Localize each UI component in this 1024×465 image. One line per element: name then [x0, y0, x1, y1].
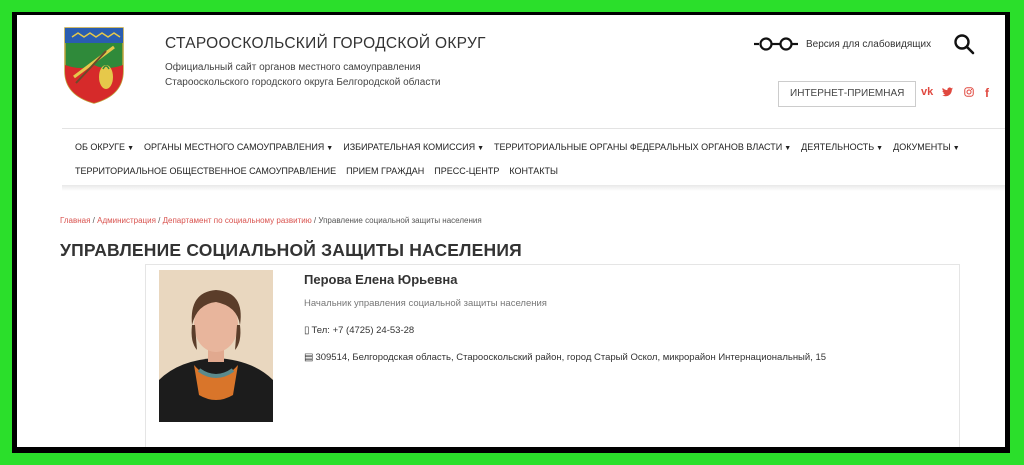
- site-subtitle: Официальный сайт органов местного самоуп…: [165, 60, 441, 90]
- caret-down-icon: ▼: [127, 145, 134, 152]
- glasses-icon: [754, 37, 798, 51]
- person-position: Начальник управления социальной защиты н…: [304, 298, 547, 309]
- person-card: Перова Елена Юрьевна Начальник управлени…: [145, 264, 960, 447]
- breadcrumb-home[interactable]: Главная: [60, 216, 90, 225]
- twitter-icon[interactable]: [942, 87, 953, 97]
- instagram-icon[interactable]: [964, 87, 974, 97]
- phone-icon: ▯: [304, 325, 310, 336]
- nav-item-public-self-government[interactable]: ТЕРРИТОРИАЛЬНОЕ ОБЩЕСТВЕННОЕ САМОУПРАВЛЕ…: [75, 166, 336, 176]
- search-icon[interactable]: [953, 33, 975, 55]
- nav-item-local-government[interactable]: ОРГАНЫ МЕСТНОГО САМОУПРАВЛЕНИЯ ▼: [144, 142, 333, 152]
- web-page: СТАРООСКОЛЬСКИЙ ГОРОДСКОЙ ОКРУГ Официаль…: [17, 15, 1005, 447]
- nav-item-press-center[interactable]: ПРЕСС-ЦЕНТР: [434, 166, 499, 176]
- caret-down-icon: ▼: [952, 145, 960, 152]
- breadcrumb-administration[interactable]: Администрация: [97, 216, 156, 225]
- facebook-icon[interactable]: f: [985, 86, 989, 100]
- nav-item-citizen-reception[interactable]: ПРИЕМ ГРАЖДАН: [346, 166, 424, 176]
- header-divider: [62, 128, 1005, 129]
- caret-down-icon: ▼: [477, 145, 485, 152]
- breadcrumb-social-department[interactable]: Департамент по социальному развитию: [163, 216, 312, 225]
- site-subtitle-line2: Старооскольского городского округа Белго…: [165, 77, 441, 88]
- visually-impaired-link[interactable]: Версия для слабовидящих: [754, 37, 931, 51]
- nav-item-contacts[interactable]: КОНТАКТЫ: [509, 166, 558, 176]
- person-address-text: 309514, Белгородская область, Старооскол…: [315, 352, 827, 363]
- person-photo: [159, 270, 273, 422]
- nav-item-about[interactable]: ОБ ОКРУГЕ ▼: [75, 142, 134, 152]
- breadcrumb-current: Управление социальной защиты населения: [318, 216, 482, 225]
- breadcrumb: Главная / Администрация / Департамент по…: [60, 216, 482, 225]
- caret-down-icon: ▼: [876, 145, 884, 152]
- nav-item-federal-bodies[interactable]: ТЕРРИТОРИАЛЬНЫЕ ОРГАНЫ ФЕДЕРАЛЬНЫХ ОРГАН…: [494, 142, 791, 152]
- caret-down-icon: ▼: [326, 145, 334, 152]
- caret-down-icon: ▼: [784, 145, 792, 152]
- person-name: Перова Елена Юрьевна: [304, 272, 458, 287]
- nav-item-election-commission[interactable]: ИЗБИРАТЕЛЬНАЯ КОМИССИЯ ▼: [343, 142, 484, 152]
- person-address: ▤ 309514, Белгородская область, Старооско…: [304, 352, 826, 363]
- page-title: УПРАВЛЕНИЕ СОЦИАЛЬНОЙ ЗАЩИТЫ НАСЕЛЕНИЯ: [60, 240, 522, 260]
- main-nav-row1: ОБ ОКРУГЕ ▼ ОРГАНЫ МЕСТНОГО САМОУПРАВЛЕНИ…: [75, 142, 970, 152]
- coat-of-arms-logo[interactable]: [62, 25, 126, 105]
- nav-item-documents[interactable]: ДОКУМЕНТЫ ▼: [893, 142, 960, 152]
- person-phone: ▯ Тел: +7 (4725) 24-53-28: [304, 325, 414, 336]
- site-title[interactable]: СТАРООСКОЛЬСКИЙ ГОРОДСКОЙ ОКРУГ: [165, 35, 486, 53]
- vk-icon[interactable]: vk: [921, 86, 933, 98]
- person-phone-text: Тел: +7 (4725) 24-53-28: [311, 325, 415, 336]
- building-icon: ▤: [304, 352, 314, 363]
- visually-impaired-label: Версия для слабовидящих: [806, 38, 932, 50]
- nav-item-activity[interactable]: ДЕЯТЕЛЬНОСТЬ ▼: [801, 142, 883, 152]
- site-subtitle-line1: Официальный сайт органов местного самоуп…: [165, 62, 421, 73]
- main-nav-row2: ТЕРРИТОРИАЛЬНОЕ ОБЩЕСТВЕННОЕ САМОУПРАВЛЕ…: [75, 166, 568, 176]
- nav-shadow: [62, 185, 1005, 191]
- internet-reception-button[interactable]: ИНТЕРНЕТ-ПРИЕМНАЯ: [778, 81, 917, 107]
